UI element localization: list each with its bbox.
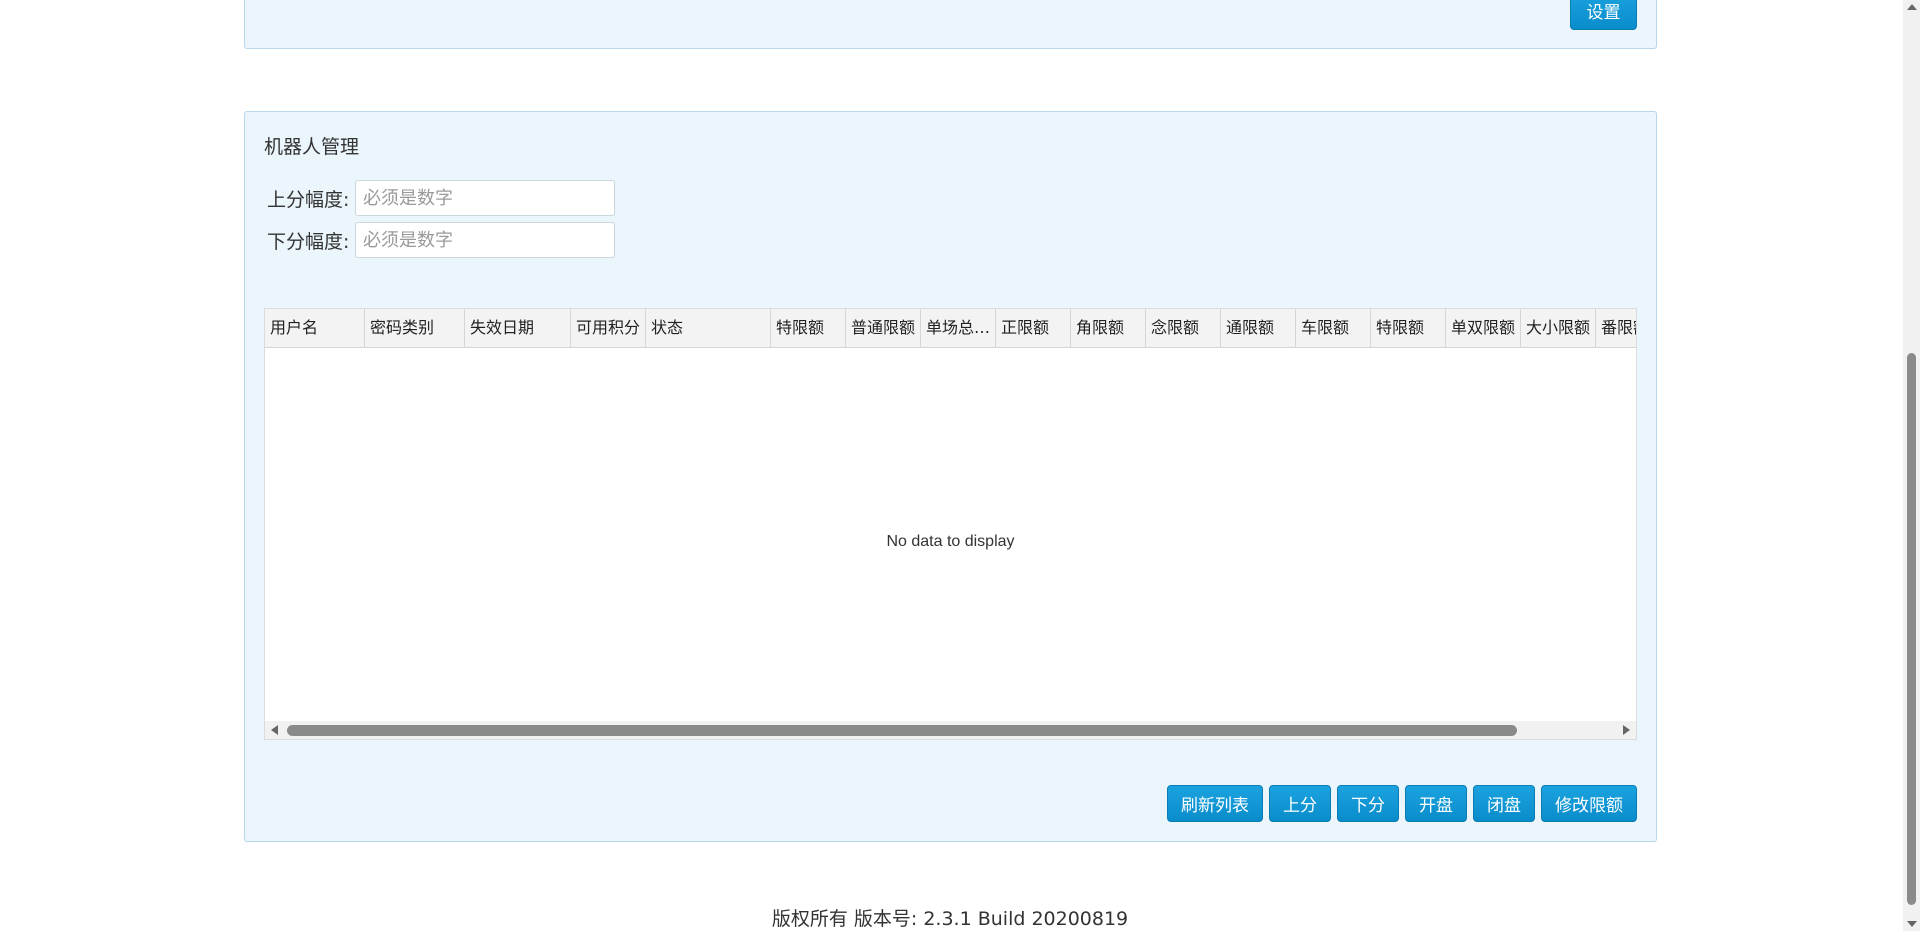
up-score-button[interactable]: 上分 <box>1269 785 1331 822</box>
column-header[interactable]: 密码类别 <box>365 309 465 347</box>
page-scrollbar[interactable] <box>1903 0 1920 931</box>
down-range-label: 下分幅度: <box>267 230 350 253</box>
down-score-button[interactable]: 下分 <box>1337 785 1399 822</box>
settings-panel: 设置 <box>244 0 1657 49</box>
page-scrollbar-thumb[interactable] <box>1907 353 1916 905</box>
column-header[interactable]: 可用积分 <box>571 309 646 347</box>
scroll-right-icon[interactable] <box>1623 725 1630 735</box>
refresh-list-button[interactable]: 刷新列表 <box>1167 785 1263 822</box>
up-range-input[interactable] <box>355 180 615 216</box>
column-header[interactable]: 用户名 <box>265 309 365 347</box>
up-range-label: 上分幅度: <box>267 188 350 211</box>
up-range-row: 上分幅度: <box>267 180 615 216</box>
column-header[interactable]: 通限额 <box>1221 309 1296 347</box>
column-header[interactable]: 特限额 <box>1371 309 1446 347</box>
robot-management-panel: 机器人管理 上分幅度: 下分幅度: 用户名 密码类别 失效日期 可用积分 状态 … <box>244 111 1657 842</box>
horizontal-scrollbar[interactable] <box>265 721 1636 739</box>
grid-empty-message: No data to display <box>886 533 1015 550</box>
down-range-row: 下分幅度: <box>267 222 615 258</box>
column-header[interactable]: 番限额 <box>1596 309 1636 347</box>
panel-title: 机器人管理 <box>264 136 360 158</box>
column-header[interactable]: 单场总… <box>921 309 996 347</box>
column-header[interactable]: 角限额 <box>1071 309 1146 347</box>
grid-header: 用户名 密码类别 失效日期 可用积分 状态 特限额 普通限额 单场总… 正限额 … <box>265 309 1636 348</box>
column-header[interactable]: 失效日期 <box>465 309 571 347</box>
scroll-up-icon[interactable] <box>1907 4 1917 10</box>
action-bar: 刷新列表 上分 下分 开盘 闭盘 修改限额 <box>1167 785 1637 822</box>
column-header[interactable]: 状态 <box>646 309 771 347</box>
close-button[interactable]: 闭盘 <box>1473 785 1535 822</box>
scroll-down-icon[interactable] <box>1907 921 1917 927</box>
page: 设置 机器人管理 上分幅度: 下分幅度: 用户名 密码类别 失效日期 可用积分 … <box>0 0 1920 931</box>
column-header[interactable]: 念限额 <box>1146 309 1221 347</box>
scrollbar-thumb[interactable] <box>287 725 1517 736</box>
robot-grid: 用户名 密码类别 失效日期 可用积分 状态 特限额 普通限额 单场总… 正限额 … <box>264 308 1637 740</box>
open-button[interactable]: 开盘 <box>1405 785 1467 822</box>
column-header[interactable]: 大小限额 <box>1521 309 1596 347</box>
scroll-left-icon[interactable] <box>271 725 278 735</box>
modify-limit-button[interactable]: 修改限额 <box>1541 785 1637 822</box>
column-header[interactable]: 特限额 <box>771 309 846 347</box>
footer-copyright: 版权所有 版本号: 2.3.1 Build 20200819 <box>771 908 1129 930</box>
column-header[interactable]: 普通限额 <box>846 309 921 347</box>
column-header[interactable]: 单双限额 <box>1446 309 1521 347</box>
settings-button[interactable]: 设置 <box>1570 0 1637 30</box>
column-header[interactable]: 正限额 <box>996 309 1071 347</box>
column-header[interactable]: 车限额 <box>1296 309 1371 347</box>
down-range-input[interactable] <box>355 222 615 258</box>
